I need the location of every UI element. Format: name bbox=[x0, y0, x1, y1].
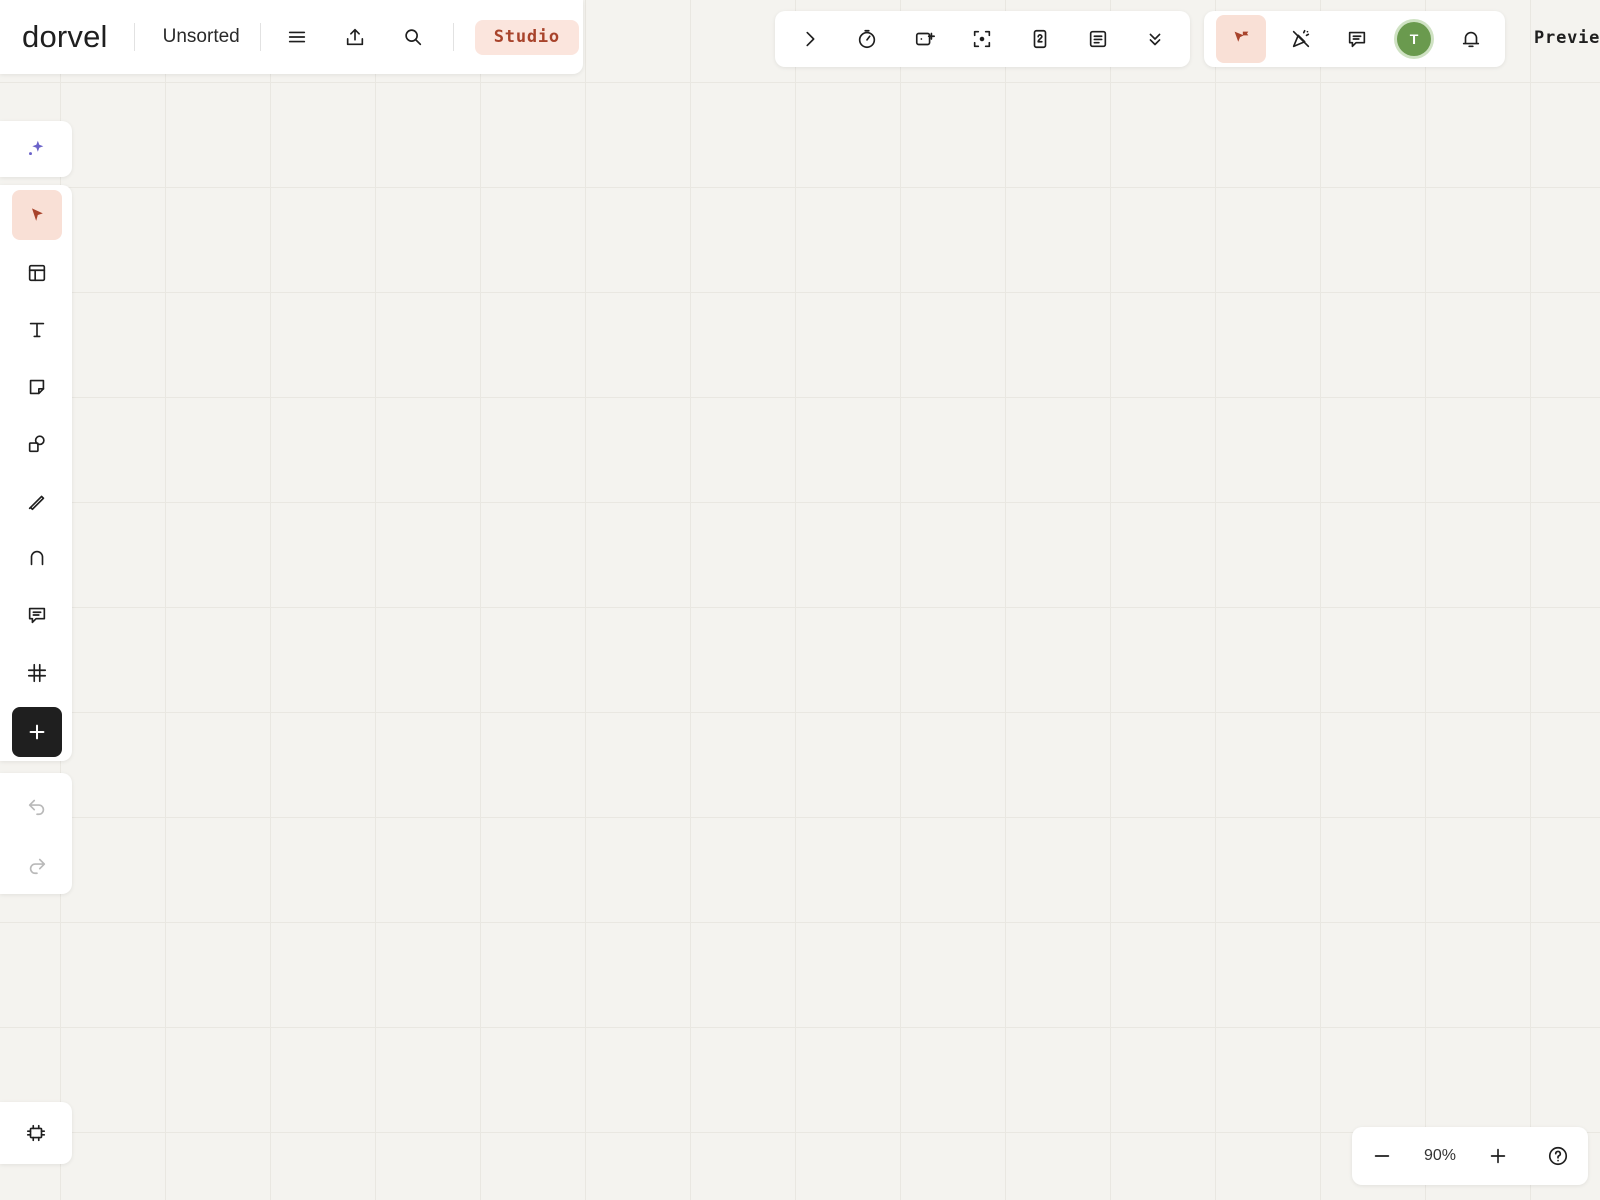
table-icon bbox=[26, 262, 48, 284]
notes-icon bbox=[1087, 28, 1109, 50]
frames-button[interactable] bbox=[0, 1102, 72, 1164]
table-tool[interactable] bbox=[12, 248, 62, 298]
board-name[interactable]: Unsorted bbox=[163, 26, 240, 48]
comment-icon bbox=[1346, 28, 1368, 50]
reactions-toggle-button[interactable] bbox=[1279, 17, 1323, 61]
plus-icon bbox=[26, 721, 48, 743]
connector-icon bbox=[26, 547, 48, 569]
zoom-controls: 90% bbox=[1352, 1127, 1588, 1185]
comments-button[interactable] bbox=[1335, 17, 1379, 61]
zoom-out-button[interactable] bbox=[1364, 1138, 1400, 1174]
video-add-icon bbox=[914, 28, 936, 50]
divider bbox=[452, 23, 454, 51]
comment-tool[interactable] bbox=[12, 590, 62, 640]
frames-icon bbox=[25, 1122, 47, 1144]
chevron-double-down-icon bbox=[1144, 28, 1166, 50]
grid-tool[interactable] bbox=[12, 648, 62, 698]
cursor-arrow-icon bbox=[27, 205, 47, 225]
zoom-level[interactable]: 90% bbox=[1424, 1147, 1456, 1165]
sticky-note-tool[interactable] bbox=[12, 362, 62, 412]
connector-tool[interactable] bbox=[12, 533, 62, 583]
cursor-flag-icon bbox=[1230, 28, 1252, 50]
bell-icon bbox=[1460, 28, 1482, 50]
redo-icon bbox=[26, 854, 48, 876]
user-avatar-button[interactable]: T bbox=[1392, 17, 1436, 61]
menu-button[interactable] bbox=[275, 15, 319, 59]
page-number-button[interactable] bbox=[1018, 17, 1062, 61]
pen-icon bbox=[26, 490, 48, 512]
text-tool[interactable] bbox=[12, 305, 62, 355]
search-button[interactable] bbox=[391, 15, 435, 59]
redo-button[interactable] bbox=[12, 840, 62, 890]
add-tool[interactable] bbox=[12, 707, 62, 757]
help-icon bbox=[1547, 1145, 1569, 1167]
select-tool[interactable] bbox=[12, 190, 62, 240]
timer-button[interactable] bbox=[845, 17, 889, 61]
notifications-button[interactable] bbox=[1449, 17, 1493, 61]
sticky-note-icon bbox=[26, 376, 48, 398]
history-panel bbox=[0, 773, 72, 894]
shapes-icon bbox=[26, 433, 48, 455]
focus-button[interactable] bbox=[960, 17, 1004, 61]
app-logo[interactable]: dorvel bbox=[22, 19, 108, 55]
minus-icon bbox=[1371, 1145, 1393, 1167]
sparkle-icon bbox=[25, 138, 47, 160]
text-icon bbox=[26, 319, 48, 341]
timer-icon bbox=[856, 28, 878, 50]
studio-badge[interactable]: Studio bbox=[474, 19, 579, 55]
menu-icon bbox=[286, 26, 308, 48]
more-tools-button[interactable] bbox=[1133, 17, 1177, 61]
export-button[interactable] bbox=[333, 15, 377, 59]
shapes-tool[interactable] bbox=[12, 419, 62, 469]
ai-assistant-button[interactable] bbox=[0, 121, 72, 177]
undo-icon bbox=[26, 795, 48, 817]
collaboration-toolbar: T bbox=[1204, 11, 1505, 67]
chevron-right-icon bbox=[799, 28, 821, 50]
search-icon bbox=[402, 26, 424, 48]
cursor-flag-button[interactable] bbox=[1216, 15, 1267, 63]
top-left-toolbar: dorvel Unsorted Studio bbox=[0, 0, 583, 74]
zoom-in-button[interactable] bbox=[1480, 1138, 1516, 1174]
presentation-toolbar bbox=[775, 11, 1190, 67]
focus-icon bbox=[971, 28, 993, 50]
pen-tool[interactable] bbox=[12, 476, 62, 526]
divider bbox=[133, 23, 135, 51]
preview-button[interactable]: Preview bbox=[1534, 28, 1600, 48]
tools-panel bbox=[0, 185, 72, 761]
divider bbox=[259, 23, 261, 51]
plus-icon bbox=[1487, 1145, 1509, 1167]
export-icon bbox=[344, 26, 366, 48]
undo-button[interactable] bbox=[12, 781, 62, 831]
help-button[interactable] bbox=[1540, 1138, 1576, 1174]
avatar: T bbox=[1397, 22, 1432, 56]
page-number-icon bbox=[1029, 28, 1051, 50]
comment-icon bbox=[26, 604, 48, 626]
collapse-toolbar-button[interactable] bbox=[788, 17, 832, 61]
reactions-off-icon bbox=[1290, 28, 1312, 50]
hash-grid-icon bbox=[26, 662, 48, 684]
video-add-button[interactable] bbox=[903, 17, 947, 61]
notes-button[interactable] bbox=[1076, 17, 1120, 61]
